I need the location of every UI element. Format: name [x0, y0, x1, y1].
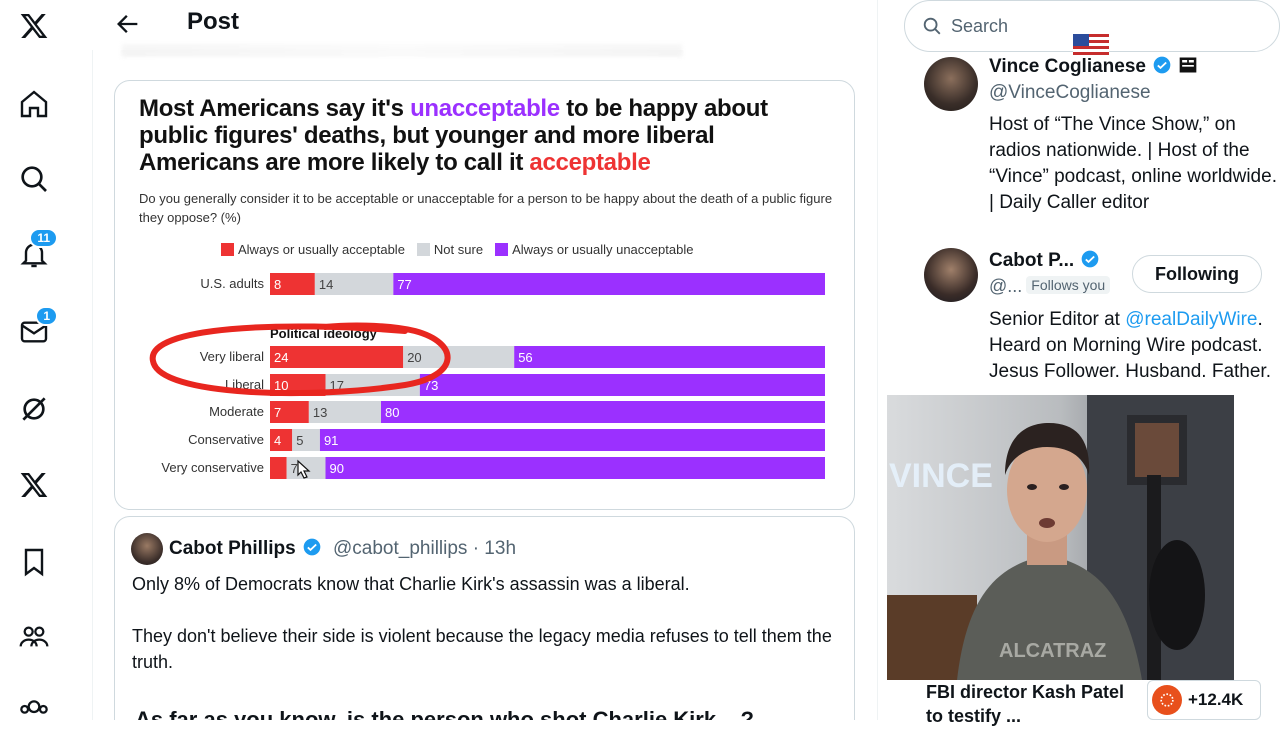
page-title: Post: [187, 8, 239, 36]
trend-item[interactable]: FBI director Kash Patel to testify ...: [926, 680, 1146, 728]
notifications-icon[interactable]: 11: [14, 234, 54, 274]
tweet-author-name[interactable]: Cabot Phillips: [169, 537, 322, 560]
data-label: 5: [296, 433, 303, 448]
communities-icon[interactable]: [14, 617, 54, 657]
data-label: 90: [330, 461, 344, 476]
user-name-text: Vince Coglianese: [989, 56, 1146, 77]
bar-segment: [514, 346, 825, 368]
tweet-quote-heading: As far as you know, is the person who sh…: [135, 707, 754, 720]
bio-mention-link[interactable]: @realDailyWire: [1125, 309, 1257, 330]
data-label: 7: [291, 461, 298, 476]
data-label: 8: [274, 277, 281, 292]
webcam-video: VINCE ALCATRAZ: [887, 395, 1234, 680]
notifications-badge: 11: [29, 228, 58, 248]
data-label: 24: [274, 350, 288, 365]
webcam-overlay: VINCE ALCATRAZ: [887, 395, 1234, 680]
avatar[interactable]: [924, 248, 978, 302]
data-label: 56: [518, 350, 532, 365]
x-logo-icon[interactable]: [14, 6, 54, 46]
messages-badge: 1: [35, 306, 58, 326]
back-arrow-icon[interactable]: [114, 10, 142, 38]
verified-badge-icon: [1080, 249, 1100, 269]
category-label: Very liberal: [200, 349, 264, 364]
bookmarks-icon[interactable]: [14, 542, 54, 582]
tweet-text-2: They don't believe their side is violent…: [132, 623, 842, 675]
bar-segment: [326, 457, 826, 479]
tweet-author-name-text: Cabot Phillips: [169, 538, 296, 559]
data-label: 20: [407, 350, 421, 365]
chart-image-card[interactable]: Most Americans say it's unacceptable to …: [114, 80, 855, 510]
us-flag-icon: [1073, 34, 1109, 56]
user-name[interactable]: Cabot P...: [989, 249, 1100, 272]
trend-count: +12.4K: [1188, 690, 1243, 710]
verified-badge-icon: [1152, 55, 1172, 75]
bar-segment: [393, 273, 825, 295]
trend-source-icon: [1152, 685, 1182, 715]
user-handle[interactable]: @...Follows you: [989, 276, 1110, 297]
grok-icon[interactable]: [14, 389, 54, 429]
bar-segment: [420, 374, 825, 396]
premium-x-icon[interactable]: [14, 465, 54, 505]
category-label: U.S. adults: [200, 276, 264, 291]
data-label: 91: [324, 433, 338, 448]
data-label: 80: [385, 405, 399, 420]
user-bio: Host of “The Vince Show,” on radios nati…: [989, 112, 1279, 216]
bar-segment: [270, 346, 403, 368]
user-handle-text: @...: [989, 276, 1022, 296]
messages-icon[interactable]: 1: [14, 312, 54, 352]
follows-you-badge: Follows you: [1026, 276, 1110, 294]
tweet-text-1: Only 8% of Democrats know that Charlie K…: [132, 571, 842, 597]
bar-segment: [320, 429, 825, 451]
avatar[interactable]: [924, 57, 978, 111]
category-label: Moderate: [209, 404, 264, 419]
trend-count-badge[interactable]: +12.4K: [1147, 680, 1261, 720]
data-label: 77: [397, 277, 411, 292]
home-icon[interactable]: [14, 84, 54, 124]
post-header: Post: [92, 0, 877, 50]
category-label: Conservative: [188, 432, 264, 447]
user-name-text: Cabot P...: [989, 250, 1074, 271]
bar-segment: [381, 401, 825, 423]
wall-text: VINCE: [889, 457, 993, 495]
verified-badge-icon: [302, 537, 322, 557]
data-label: 14: [319, 277, 333, 292]
left-navigation: 11 1: [0, 0, 70, 720]
user-bio: Senior Editor at @realDailyWire. Heard o…: [989, 307, 1279, 385]
affiliate-badge-icon: [1178, 55, 1198, 75]
quoted-tweet-card[interactable]: Cabot Phillips @cabot_phillips · 13h Onl…: [114, 516, 855, 720]
search-input[interactable]: Search: [951, 16, 1008, 37]
shirt-text: ALCATRAZ: [999, 640, 1106, 662]
following-button[interactable]: Following: [1132, 255, 1262, 293]
user-name[interactable]: Vince Coglianese: [989, 55, 1198, 78]
bio-text: Senior Editor at: [989, 309, 1125, 330]
stacked-bar-chart: Political ideologyU.S. adults81477Very l…: [115, 81, 856, 511]
user-handle[interactable]: @VinceCoglianese: [989, 82, 1151, 104]
data-label: 7: [274, 405, 281, 420]
blurred-text-strip: [122, 44, 682, 56]
main-column: Post Most Americans say it's unacceptabl…: [92, 0, 877, 720]
data-label: 4: [274, 433, 281, 448]
search-explore-icon[interactable]: [14, 159, 54, 199]
tweet-handle-time[interactable]: @cabot_phillips · 13h: [333, 538, 516, 560]
profile-icon[interactable]: [14, 692, 54, 732]
bar-segment: [270, 457, 287, 479]
tweet-avatar[interactable]: [131, 533, 163, 565]
data-label: 13: [313, 405, 327, 420]
category-label: Very conservative: [161, 460, 264, 475]
search-icon: [921, 15, 943, 37]
